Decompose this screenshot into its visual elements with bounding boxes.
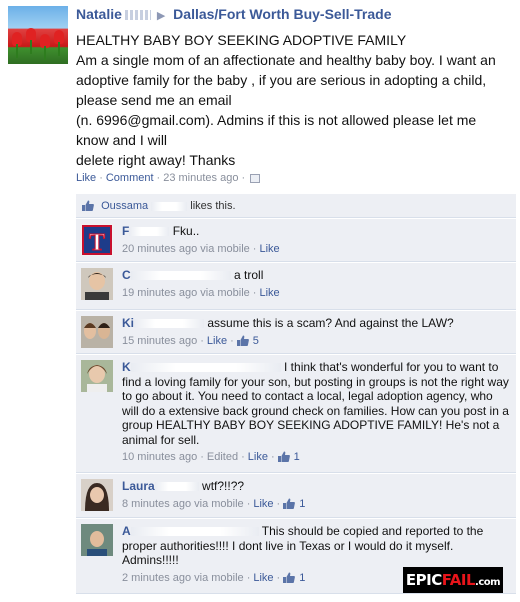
post-header: Natalie ▶ Dallas/Fort Worth Buy-Sell-Tra…: [76, 6, 392, 22]
comment-avatar[interactable]: [81, 524, 113, 556]
author-name[interactable]: Natalie: [76, 6, 122, 22]
commenter-name[interactable]: Ki: [122, 316, 134, 330]
svg-text:T: T: [89, 230, 105, 256]
post-line: please send me an email: [76, 92, 232, 108]
comment-like-count[interactable]: 1: [299, 498, 305, 510]
post-line: HEALTHY BABY BOY SEEKING ADOPTIVE FAMILY: [76, 32, 407, 48]
commenter-name[interactable]: A: [122, 524, 131, 538]
post-message: HEALTHY BABY BOY SEEKING ADOPTIVE FAMILY…: [76, 30, 516, 170]
comment-time: 10 minutes ago: [122, 451, 198, 463]
redacted-text: [130, 363, 281, 373]
comment-avatar[interactable]: [81, 268, 113, 300]
comment-time: 19 minutes ago via mobile: [122, 286, 250, 299]
commenter-name[interactable]: K: [122, 360, 131, 374]
comment-like-link[interactable]: Like: [259, 287, 279, 299]
post-line: Am a single mom of an affectionate and h…: [76, 52, 496, 68]
comment-meta: 15 minutes ago · Like · 5: [122, 334, 259, 347]
comment-link[interactable]: Comment: [106, 172, 154, 184]
comment-avatar[interactable]: T: [81, 224, 113, 256]
redacted-text: [130, 271, 231, 281]
comment-like-link[interactable]: Like: [259, 243, 279, 255]
comment-like-link[interactable]: Like: [207, 335, 227, 347]
comment-text: assume this is a scam? And against the L…: [207, 316, 454, 330]
comment-text: I think that's wonderful for you to want…: [122, 360, 509, 447]
comment-avatar[interactable]: [81, 360, 113, 392]
comment-time: 8 minutes ago via mobile: [122, 497, 244, 510]
like-link[interactable]: Like: [76, 172, 96, 184]
comment-item: T F Fku.. 20 minutes ago via mobile · Like: [76, 219, 516, 262]
comment-like-link[interactable]: Like: [253, 498, 273, 510]
redacted-text: [129, 227, 170, 237]
commenter-name[interactable]: Laura: [122, 479, 155, 493]
redacted-text: [154, 482, 199, 492]
comment-item: K I think that's wonderful for you to wa…: [76, 355, 516, 473]
comment-text: a troll: [234, 268, 264, 282]
thumbs-up-icon: [283, 498, 296, 509]
comment-text: Fku..: [172, 224, 200, 238]
comment-avatar[interactable]: [81, 479, 113, 511]
comment-avatar[interactable]: [81, 316, 113, 348]
author-avatar[interactable]: [8, 6, 68, 64]
comment-meta: 10 minutes ago · Edited · Like · 1: [122, 451, 300, 463]
comment-like-count[interactable]: 1: [299, 572, 305, 584]
triangle-right-icon: ▶: [156, 10, 166, 22]
comment-time: 15 minutes ago: [122, 334, 198, 347]
thumbs-up-icon: [277, 451, 290, 462]
comment-meta: 8 minutes ago via mobile · Like · 1: [122, 497, 306, 510]
commenter-name[interactable]: F: [122, 224, 129, 238]
likes-summary: Oussama likes this.: [76, 194, 516, 218]
redacted-text: [130, 527, 259, 537]
post-actions: Like · Comment · 23 minutes ago ·: [76, 172, 261, 184]
share-icon[interactable]: [250, 173, 261, 183]
comment-text: wtf?!!??: [202, 479, 245, 493]
comment-meta: 20 minutes ago via mobile · Like: [122, 242, 280, 255]
post-line: know and I will: [76, 132, 168, 148]
post-line: (n. 6996@gmail.com). Admins if this is n…: [76, 112, 477, 128]
comment-like-count[interactable]: 1: [294, 451, 300, 463]
comment-meta: 19 minutes ago via mobile · Like: [122, 286, 280, 299]
thumbs-up-icon: [283, 572, 296, 583]
liker-name[interactable]: Oussama: [101, 200, 148, 212]
likes-this-text: likes this.: [190, 200, 236, 212]
comment-like-link[interactable]: Like: [248, 451, 268, 463]
comment-item: Laura wtf?!!?? 8 minutes ago via mobile ·…: [76, 474, 516, 518]
comment-time: 2 minutes ago via mobile: [122, 571, 244, 584]
epicfail-watermark: EPICFAIL.com: [403, 567, 503, 593]
comment-time: 20 minutes ago via mobile: [122, 242, 250, 255]
post-line: adoptive family for the baby , if you ar…: [76, 72, 487, 88]
comment-like-count[interactable]: 5: [253, 335, 259, 347]
edited-label[interactable]: Edited: [207, 451, 238, 463]
thumbs-up-icon: [82, 200, 94, 211]
comment-item: Ki assume this is a scam? And against th…: [76, 311, 516, 354]
post-timestamp[interactable]: 23 minutes ago: [163, 172, 238, 184]
thumbs-up-icon: [236, 335, 249, 346]
group-name[interactable]: Dallas/Fort Worth Buy-Sell-Trade: [173, 6, 391, 22]
post-line: delete right away! Thanks: [76, 152, 236, 168]
redacted-text: [134, 319, 204, 329]
comment-item: C a troll 19 minutes ago via mobile · Like: [76, 263, 516, 310]
commenter-name[interactable]: C: [122, 268, 131, 282]
comment-like-link[interactable]: Like: [253, 572, 273, 584]
redacted-text: [151, 201, 188, 211]
redacted-surname: [124, 10, 151, 21]
